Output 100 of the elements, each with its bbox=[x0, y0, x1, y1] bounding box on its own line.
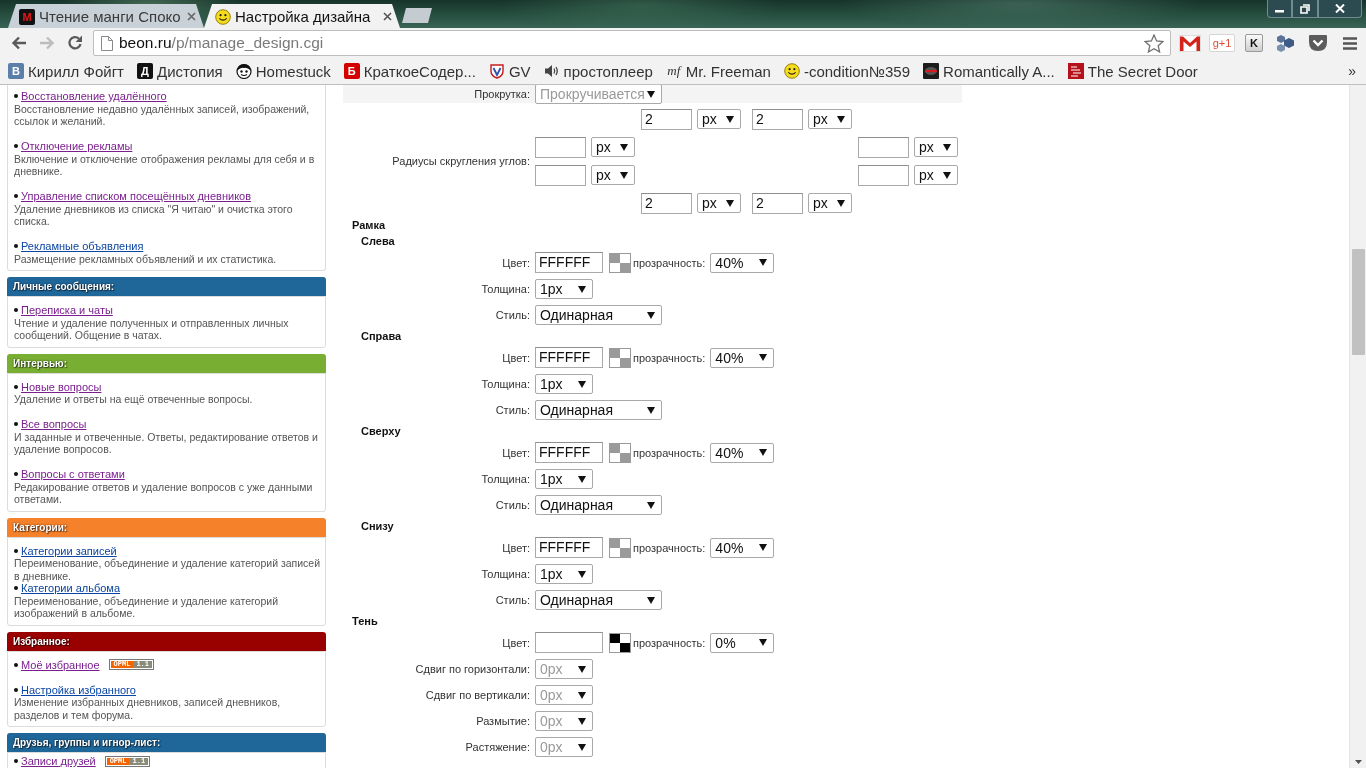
restore-button[interactable] bbox=[1292, 0, 1318, 18]
bookmark-item[interactable]: Д Дистопия bbox=[132, 59, 228, 83]
scrollbar-thumb[interactable] bbox=[1351, 249, 1365, 355]
menu-icon[interactable] bbox=[1343, 36, 1357, 50]
field-label: Стиль: bbox=[495, 594, 530, 606]
close-icon[interactable] bbox=[187, 12, 196, 21]
link-description: Чтение и удаление полученных и отправленных личных сообщений. Общение в чатах. bbox=[14, 316, 290, 342]
sidebar-link[interactable]: Категории записей bbox=[21, 544, 117, 557]
letter-tile: В bbox=[8, 63, 24, 79]
dropdown-select[interactable]: 1px bbox=[535, 279, 593, 299]
unit-select[interactable]: px bbox=[914, 165, 958, 185]
unit-select[interactable]: px bbox=[808, 109, 852, 129]
bookmark-item[interactable]: В Кирилл Фойгт bbox=[3, 59, 129, 83]
scrollbar-track[interactable] bbox=[1349, 85, 1366, 768]
bookmark-item[interactable]: mf Mr. Freeman bbox=[660, 59, 776, 83]
sidebar-link[interactable]: Моё избранное bbox=[21, 658, 100, 671]
scroll-down-icon[interactable] bbox=[1354, 760, 1362, 764]
more-bookmarks-button[interactable]: » bbox=[1348, 63, 1356, 79]
opacity-select[interactable]: 40% bbox=[710, 537, 775, 558]
input-field[interactable] bbox=[858, 164, 909, 186]
new-tab-button[interactable] bbox=[402, 8, 432, 23]
close-button[interactable] bbox=[1318, 0, 1362, 18]
bullet-icon bbox=[14, 759, 18, 764]
dropdown-select[interactable]: 1px bbox=[535, 469, 593, 489]
input-field[interactable]: FFFFFF bbox=[535, 442, 603, 463]
unit-select[interactable]: px bbox=[914, 137, 958, 157]
link-description: Размещение рекламных объявлений и их статистика. bbox=[14, 252, 278, 265]
bookmark-item[interactable]: простоплеер bbox=[538, 59, 658, 83]
hexagons-icon[interactable] bbox=[1275, 33, 1297, 53]
envelope-icon[interactable] bbox=[1179, 34, 1201, 52]
input-field[interactable]: 2 bbox=[641, 108, 692, 130]
sidebar-link[interactable]: Новые вопросы bbox=[21, 380, 102, 393]
dropdown-select[interactable]: Одинарная bbox=[535, 400, 662, 420]
bookmark-item[interactable]: Homestuck bbox=[230, 59, 336, 83]
dropdown-select[interactable]: Одинарная bbox=[535, 305, 662, 325]
swatch-icon[interactable] bbox=[609, 537, 631, 558]
bookmark-item[interactable]: The Secret Door bbox=[1062, 59, 1203, 83]
input-field[interactable] bbox=[535, 164, 586, 186]
bookmark-item[interactable]: Б КраткоеСодер... bbox=[338, 59, 481, 83]
input-field[interactable] bbox=[535, 632, 603, 653]
star-icon[interactable] bbox=[1144, 33, 1164, 53]
sidebar-link[interactable]: Отключение рекламы bbox=[21, 140, 133, 153]
address-field[interactable]: beon.ru/p/manage_design.cgi bbox=[93, 30, 1171, 56]
sidebar-link[interactable]: Переписка и чаты bbox=[21, 304, 113, 317]
extension-button[interactable]: g+1 bbox=[1208, 34, 1236, 52]
sidebar-link[interactable]: Категории альбома bbox=[21, 582, 121, 595]
sidebar-link[interactable]: Восстановление удалённого bbox=[21, 90, 167, 103]
shield-chevron-icon[interactable] bbox=[1308, 34, 1328, 52]
dropdown-select[interactable]: Одинарная bbox=[535, 590, 662, 610]
input-field[interactable]: FFFFFF bbox=[535, 537, 603, 558]
sidebar-link[interactable]: Рекламные объявления bbox=[21, 240, 144, 253]
swatch-icon[interactable] bbox=[609, 442, 631, 463]
opacity-select[interactable]: 40% bbox=[710, 347, 775, 368]
input-field[interactable] bbox=[535, 136, 586, 158]
sidebar-link[interactable]: Вопросы с ответами bbox=[21, 468, 125, 481]
swatch-icon[interactable] bbox=[609, 347, 631, 368]
field-label: Прокрутка: bbox=[474, 88, 530, 100]
close-icon[interactable] bbox=[383, 12, 392, 21]
input-field[interactable]: FFFFFF bbox=[535, 252, 603, 273]
opacity-select[interactable]: 0% bbox=[710, 632, 775, 653]
minimize-button[interactable] bbox=[1267, 0, 1292, 18]
opacity-select[interactable]: 40% bbox=[710, 442, 775, 463]
dropdown-select[interactable]: 1px bbox=[535, 374, 593, 394]
unit-select[interactable]: px bbox=[591, 137, 635, 157]
field-label: Сдвиг по вертикали: bbox=[425, 689, 530, 701]
dropdown-select[interactable]: Одинарная bbox=[535, 495, 662, 515]
input-field[interactable]: FFFFFF bbox=[535, 347, 603, 368]
sidebar-link[interactable]: Управление списком посещённых дневников bbox=[21, 190, 252, 203]
sidebar-link[interactable]: Записи друзей bbox=[21, 755, 96, 768]
unit-select[interactable]: px bbox=[591, 165, 635, 185]
unit-select[interactable]: px bbox=[697, 193, 741, 213]
link-description: Редакирование ответов и удаление вопросов с уже данными ответами. bbox=[14, 480, 314, 506]
dropdown-select[interactable]: 1px bbox=[535, 564, 593, 584]
input-field[interactable]: 2 bbox=[752, 192, 803, 214]
restore-icon bbox=[1300, 3, 1310, 14]
browser-tab[interactable]: Настройка дизайна bbox=[204, 4, 400, 28]
bookmark-item[interactable]: GV bbox=[483, 59, 536, 83]
bookmark-item[interactable]: -condition№359 bbox=[778, 59, 916, 83]
input-field[interactable] bbox=[858, 136, 909, 158]
extension-button[interactable]: K bbox=[1245, 34, 1263, 52]
swatch-icon[interactable] bbox=[609, 632, 631, 653]
lined-tile-icon bbox=[1067, 63, 1084, 79]
caret-icon bbox=[578, 717, 586, 725]
link-description: Удаление и ответы на ещё отвеченные вопросы. bbox=[14, 393, 254, 406]
field-label: Растяжение: bbox=[465, 741, 530, 753]
bullet-icon bbox=[14, 662, 18, 667]
opacity-select[interactable]: 40% bbox=[710, 252, 775, 273]
browser-tab[interactable]: M Чтение манги Споко bbox=[8, 4, 204, 28]
caret-icon bbox=[578, 475, 586, 483]
unit-select[interactable]: px bbox=[808, 193, 852, 213]
field-label: Цвет: bbox=[502, 351, 530, 364]
sidebar-link[interactable]: Все вопросы bbox=[21, 418, 87, 431]
bookmark-item[interactable]: Romantically A... bbox=[918, 59, 1060, 83]
letter-tile: Б bbox=[343, 63, 360, 79]
swatch-icon[interactable] bbox=[609, 252, 631, 273]
sidebar-link[interactable]: Настройка избранного bbox=[21, 683, 136, 696]
unit-select[interactable]: px bbox=[697, 109, 741, 129]
field-label: Толщина: bbox=[481, 283, 530, 295]
input-field[interactable]: 2 bbox=[752, 108, 803, 130]
input-field[interactable]: 2 bbox=[641, 192, 692, 214]
